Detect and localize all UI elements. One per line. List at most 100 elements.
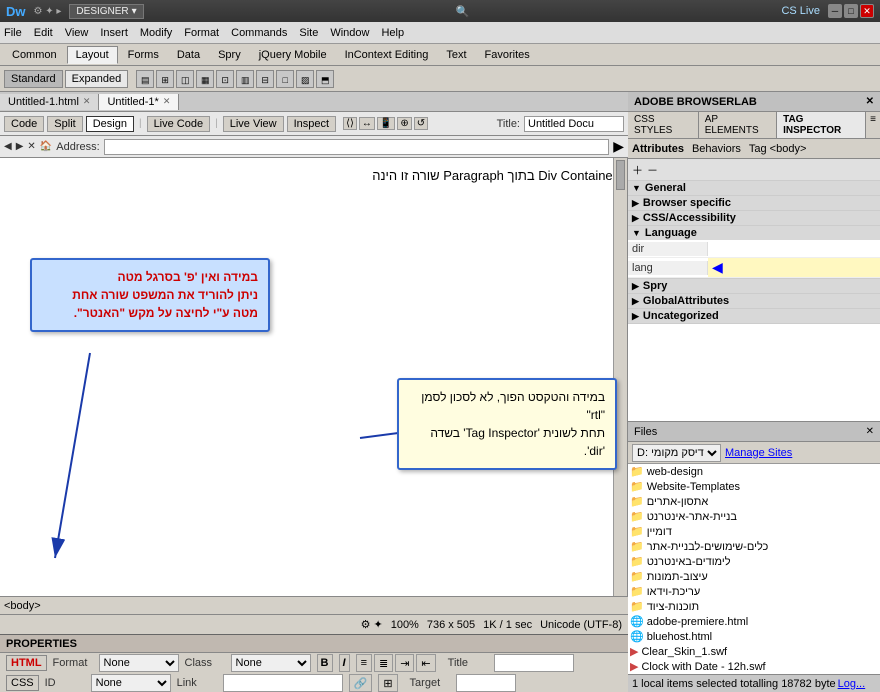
file-item-7[interactable]: 📁 לימודים-באינטרנט [628,554,880,569]
site-select[interactable]: D: דיסק מקומי [632,444,721,462]
nav-stop[interactable]: ✕ [27,141,35,152]
global-header[interactable]: ▶ GlobalAttributes [628,294,880,308]
lang-value[interactable]: ◀ [708,258,880,277]
designer-badge[interactable]: DESIGNER ▾ [69,4,143,19]
format-select[interactable]: None Paragraph Heading 1 [99,654,179,672]
attr-minus-btn[interactable]: － [647,162,658,178]
file-item-website-templates[interactable]: 📁 Website-Templates [628,479,880,494]
spry-header[interactable]: ▶ Spry [628,279,880,293]
title-input[interactable] [524,116,624,132]
view-icon-1[interactable]: ⟨⟩ [343,117,357,130]
panel-options[interactable]: ≡ [866,112,880,138]
doc-tab-html[interactable]: Untitled-1.html ✕ [0,94,99,110]
menu-edit[interactable]: Edit [34,27,53,39]
layout-icon-4[interactable]: ▦ [196,70,214,88]
vertical-scrollbar[interactable] [613,158,627,596]
tab-forms[interactable]: Forms [120,47,167,63]
menu-commands[interactable]: Commands [231,27,287,39]
layout-icon-5[interactable]: ⊡ [216,70,234,88]
refresh-icon[interactable]: ↺ [414,117,428,130]
tab-spry[interactable]: Spry [210,47,249,63]
file-item-14[interactable]: ▶ Clock with Date - 12h.swf [628,659,880,674]
browser-header[interactable]: ▶ Browser specific [628,196,880,210]
files-log-link[interactable]: Log... [838,678,866,690]
inspect-btn[interactable]: Inspect [287,116,336,132]
file-item-12[interactable]: 🌐 bluehost.html [628,629,880,644]
ul-btn[interactable]: ≡ [356,654,372,672]
expanded-btn[interactable]: Expanded [65,70,129,88]
css-mode-btn[interactable]: CSS [6,675,39,691]
doc-tab-untitled[interactable]: Untitled-1* ✕ [99,94,179,110]
ap-elements-tab[interactable]: AP ELEMENTS [699,112,777,138]
title-prop-input[interactable] [494,654,574,672]
link-browse-btn[interactable]: 🔗 [349,674,373,692]
doc-tab-html-close[interactable]: ✕ [83,96,91,107]
menu-help[interactable]: Help [381,27,404,39]
body-tag[interactable]: <body> [4,600,41,612]
file-item-8[interactable]: 📁 עיצוב-תמונות [628,569,880,584]
dir-value[interactable] [708,248,880,250]
menu-file[interactable]: File [4,27,22,39]
design-btn[interactable]: Design [86,116,134,132]
id-select[interactable]: None [91,674,171,692]
attr-plus-btn[interactable]: ＋ [632,162,643,178]
address-go[interactable]: ▶ [613,138,624,155]
tab-common[interactable]: Common [4,47,65,63]
tag-tab[interactable]: Tag <body> [749,143,807,155]
view-icon-2[interactable]: ↔ [359,117,375,130]
tab-data[interactable]: Data [169,47,208,63]
link-input[interactable] [223,674,343,692]
view-icon-4[interactable]: ⊕ [397,117,411,130]
layout-icon-6[interactable]: ▥ [236,70,254,88]
menu-window[interactable]: Window [330,27,369,39]
nav-forward[interactable]: ▶ [16,141,24,152]
tab-layout[interactable]: Layout [67,46,118,64]
css-styles-tab[interactable]: CSS STYLES [628,112,699,138]
ol-btn[interactable]: ≣ [374,654,393,672]
file-item-13[interactable]: ▶ Clear_Skin_1.swf [628,644,880,659]
layout-icon-2[interactable]: ⊞ [156,70,174,88]
italic-btn[interactable]: I [339,654,350,672]
file-item-4[interactable]: 📁 בניית-אתר-אינטרנט [628,509,880,524]
scrollbar-thumb[interactable] [616,160,625,190]
layout-icon-8[interactable]: □ [276,70,294,88]
tab-favorites[interactable]: Favorites [477,47,538,63]
indent-btn[interactable]: ⇥ [395,654,414,672]
files-close[interactable]: ✕ [866,426,874,437]
layout-icon-1[interactable]: ▤ [136,70,154,88]
code-btn[interactable]: Code [4,116,44,132]
target-input[interactable] [456,674,516,692]
behaviors-tab[interactable]: Behaviors [692,143,741,155]
file-item-6[interactable]: 📁 כלים-שימושים-לבניית-אתר [628,539,880,554]
close-btn[interactable]: ✕ [860,4,874,18]
standard-btn[interactable]: Standard [4,70,63,88]
outdent-btn[interactable]: ⇤ [416,654,435,672]
file-item-web-design[interactable]: 📁 web-design [628,464,880,479]
link-target-btn[interactable]: ⊞ [378,674,397,692]
menu-format[interactable]: Format [184,27,219,39]
nav-home[interactable]: 🏠 [40,141,52,152]
manage-sites-link[interactable]: Manage Sites [725,447,792,459]
minimize-btn[interactable]: ─ [828,4,842,18]
browserlab-close[interactable]: ✕ [866,96,874,107]
tab-jquery[interactable]: jQuery Mobile [251,47,335,63]
class-select[interactable]: None [231,654,311,672]
split-btn[interactable]: Split [47,116,82,132]
view-icon-3[interactable]: 📱 [377,117,395,130]
layout-icon-10[interactable]: ⬒ [316,70,334,88]
file-item-5[interactable]: 📁 דומיין [628,524,880,539]
address-input[interactable] [104,139,610,155]
file-item-11[interactable]: 🌐 adobe-premiere.html [628,614,880,629]
attributes-tab[interactable]: Attributes [632,143,684,155]
language-header[interactable]: ▼ Language [628,226,880,240]
live-view-btn[interactable]: Live View [223,116,284,132]
doc-tab-untitled-close[interactable]: ✕ [163,96,171,107]
tab-text[interactable]: Text [438,47,474,63]
layout-icon-7[interactable]: ⊟ [256,70,274,88]
layout-icon-3[interactable]: ◫ [176,70,194,88]
menu-insert[interactable]: Insert [100,27,128,39]
uncat-header[interactable]: ▶ Uncategorized [628,309,880,323]
bold-btn[interactable]: B [317,654,333,672]
menu-modify[interactable]: Modify [140,27,172,39]
file-item-10[interactable]: 📁 תוכנות-ציוד [628,599,880,614]
